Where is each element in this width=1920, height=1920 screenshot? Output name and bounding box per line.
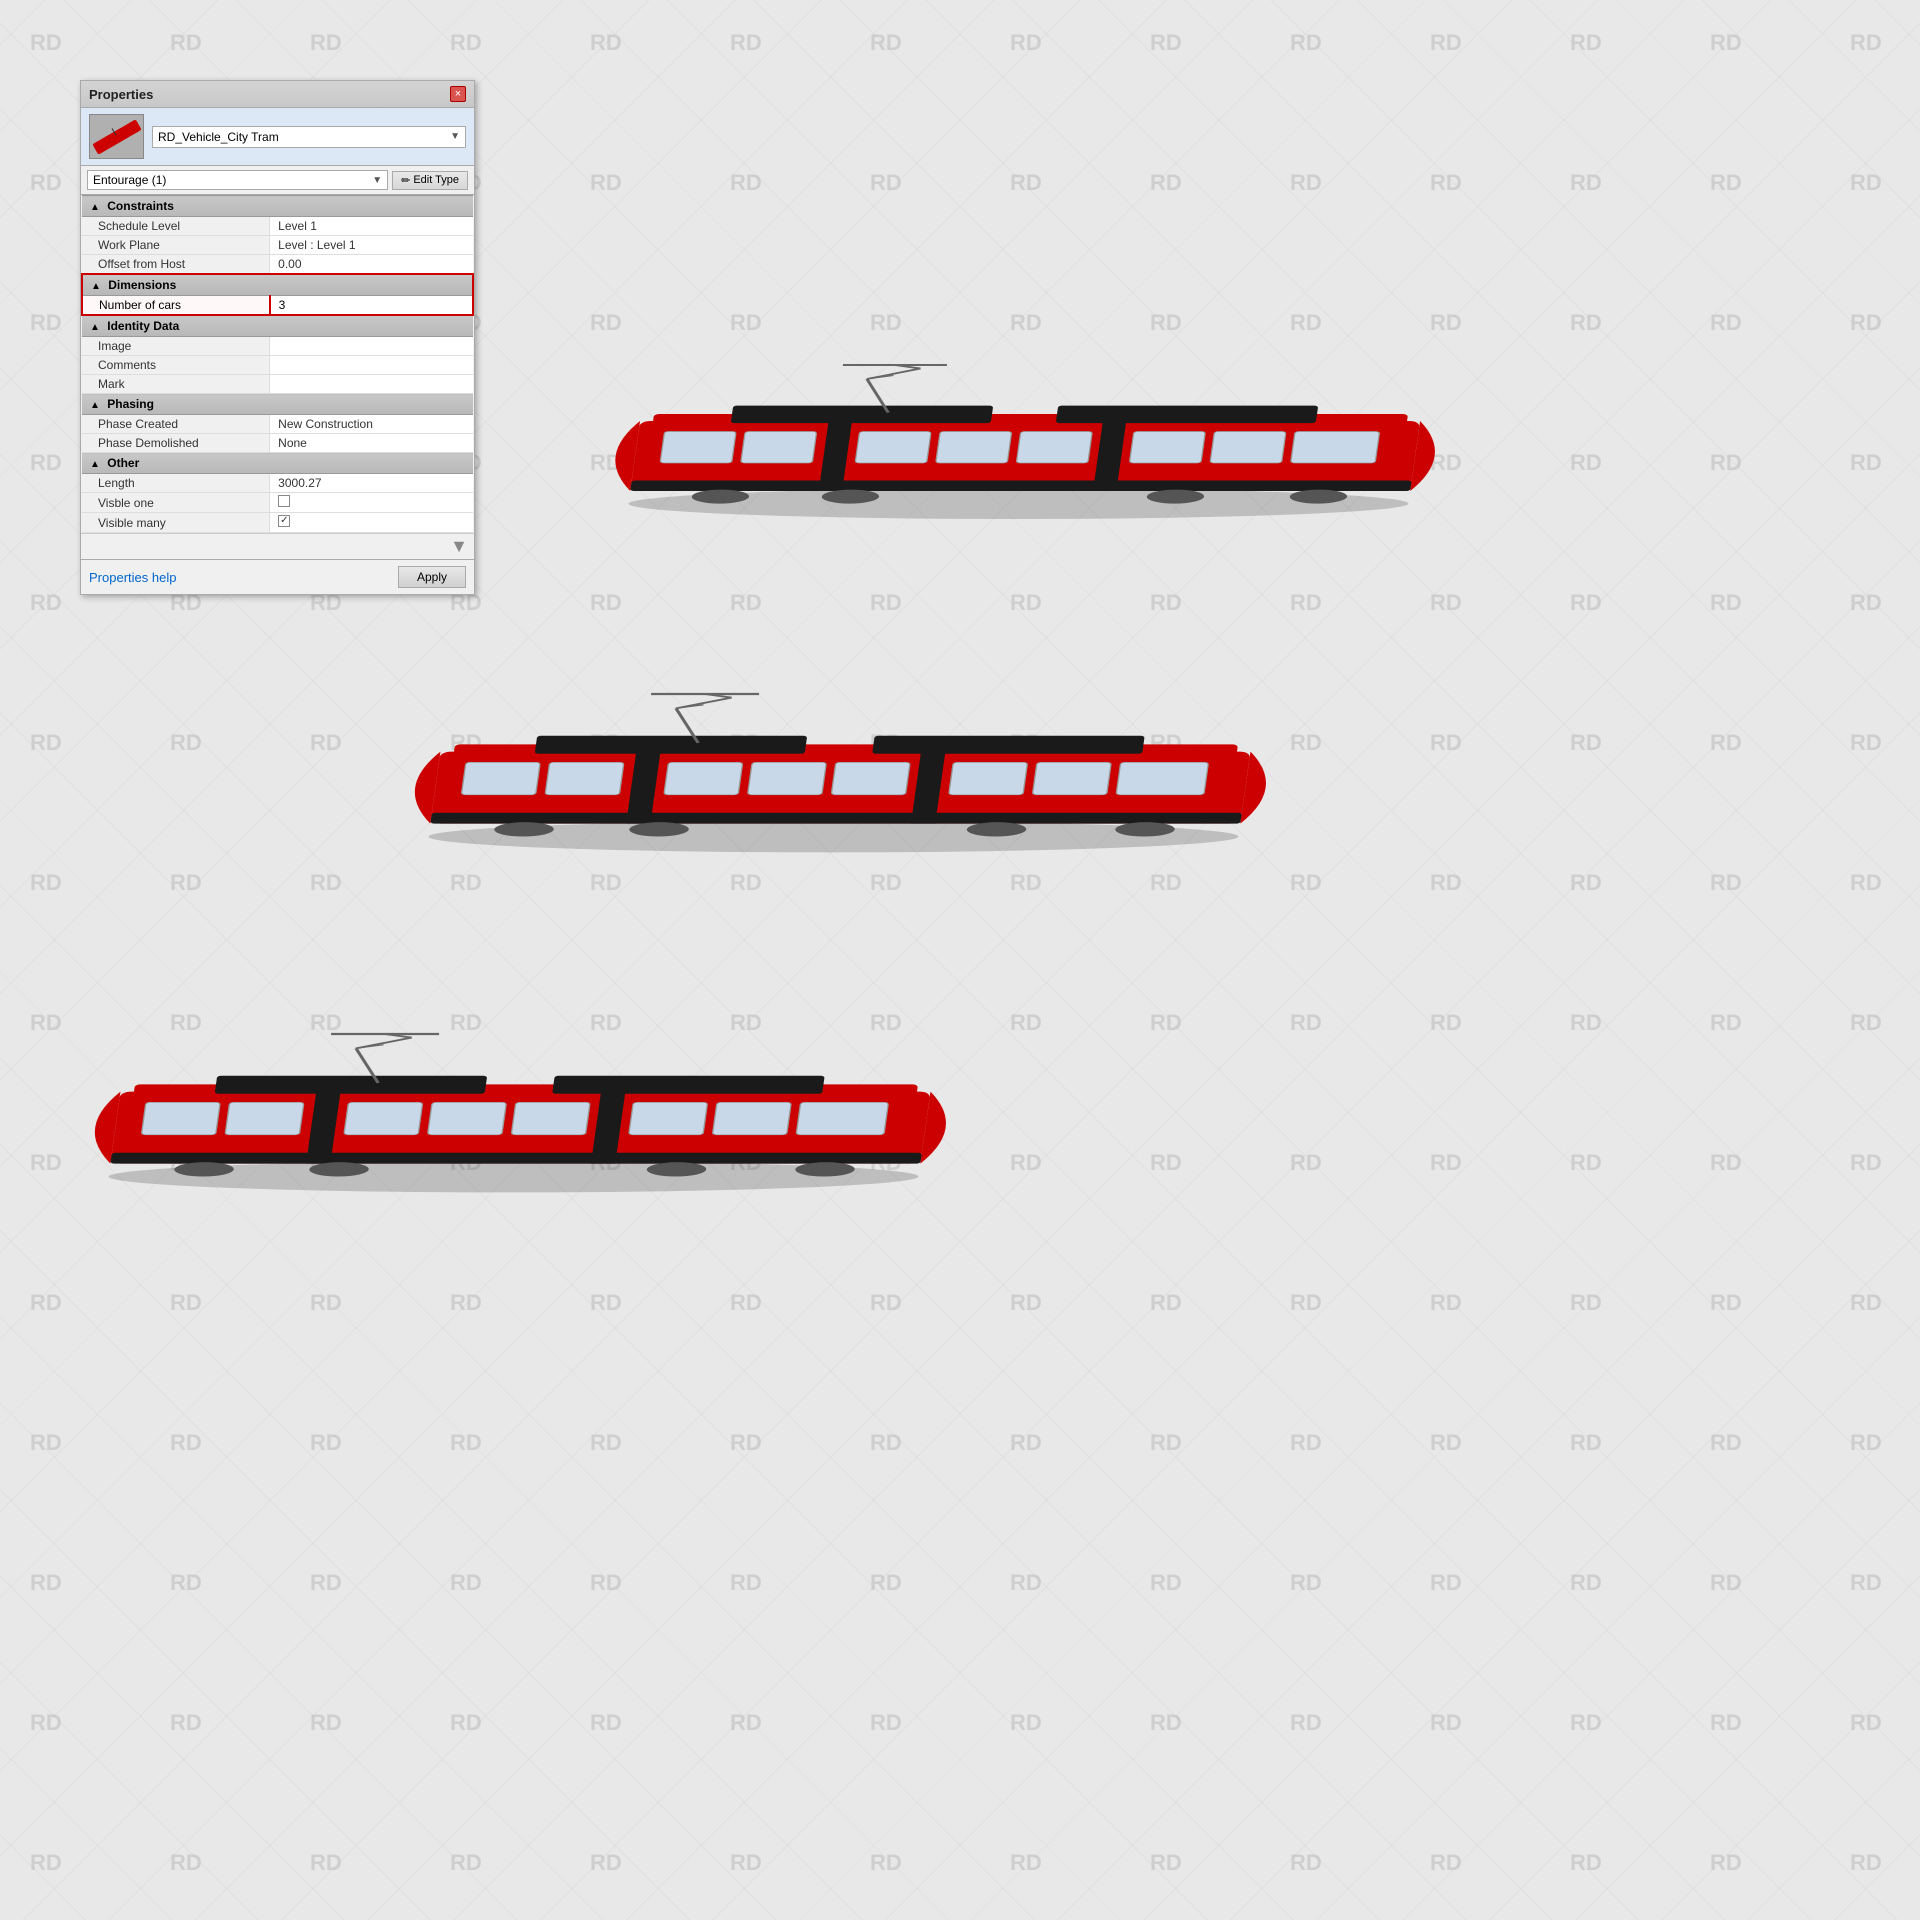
schedule-level-name: Schedule Level	[82, 217, 270, 236]
image-name: Image	[82, 337, 270, 356]
panel-title: Properties	[89, 87, 153, 102]
type-dropdown-arrow: ▼	[450, 131, 460, 142]
instance-selector: Entourage (1) ▼ ✏ Edit Type	[81, 166, 474, 195]
identity-label: Identity Data	[107, 319, 179, 333]
mark-name: Mark	[82, 375, 270, 394]
tram-thumbnail-icon	[92, 119, 141, 154]
comments-value[interactable]	[270, 356, 473, 375]
row-comments: Comments	[82, 356, 473, 375]
visible-one-name: Visble one	[82, 493, 270, 513]
phase-created-value[interactable]: New Construction	[270, 415, 473, 434]
section-dimensions-header: ▲ Dimensions	[82, 274, 473, 296]
row-mark: Mark	[82, 375, 473, 394]
apply-button[interactable]: Apply	[398, 566, 466, 588]
properties-panel: Properties × RD_Vehicle_City Tram ▼ Ento…	[80, 80, 475, 595]
instance-label: Entourage (1)	[93, 173, 166, 187]
row-visible-many: Visible many	[82, 513, 473, 533]
phasing-label: Phasing	[107, 397, 154, 411]
panel-titlebar: Properties ×	[81, 81, 474, 108]
phasing-arrow: ▲	[90, 400, 100, 411]
type-thumbnail	[89, 114, 144, 159]
phase-created-name: Phase Created	[82, 415, 270, 434]
properties-table: ▲ Constraints Schedule Level Level 1 Wor…	[81, 195, 474, 533]
schedule-level-value[interactable]: Level 1	[270, 217, 473, 236]
tram-1	[607, 365, 1448, 519]
properties-scroll-area: ▲ Constraints Schedule Level Level 1 Wor…	[81, 195, 474, 559]
row-phase-created: Phase Created New Construction	[82, 415, 473, 434]
row-phase-demolished: Phase Demolished None	[82, 434, 473, 453]
edit-type-button[interactable]: ✏ Edit Type	[392, 171, 468, 190]
visible-one-checkbox[interactable]	[278, 495, 290, 507]
phase-demolished-value[interactable]: None	[270, 434, 473, 453]
row-image: Image	[82, 337, 473, 356]
section-phasing-header: ▲ Phasing	[82, 394, 473, 415]
phase-demolished-name: Phase Demolished	[82, 434, 270, 453]
constraints-label: Constraints	[107, 199, 174, 213]
section-constraints-header: ▲ Constraints	[82, 196, 473, 217]
constraints-arrow: ▲	[90, 202, 100, 213]
row-offset-from-host: Offset from Host 0.00	[82, 255, 473, 275]
offset-name: Offset from Host	[82, 255, 270, 275]
type-name-label: RD_Vehicle_City Tram	[158, 130, 279, 144]
comments-name: Comments	[82, 356, 270, 375]
visible-many-value[interactable]	[270, 513, 473, 533]
mark-value[interactable]	[270, 375, 473, 394]
type-selector: RD_Vehicle_City Tram ▼	[81, 108, 474, 166]
length-value[interactable]: 3000.27	[270, 474, 473, 493]
visible-many-checkbox[interactable]	[278, 515, 290, 527]
num-cars-value[interactable]: 3	[270, 296, 473, 316]
row-length: Length 3000.27	[82, 474, 473, 493]
visible-one-value[interactable]	[270, 493, 473, 513]
properties-help-link[interactable]: Properties help	[89, 570, 176, 585]
tram-3	[86, 1034, 959, 1192]
row-number-of-cars: Number of cars 3	[82, 296, 473, 316]
dimensions-arrow: ▲	[91, 281, 101, 292]
visible-many-name: Visible many	[82, 513, 270, 533]
instance-dropdown[interactable]: Entourage (1) ▼	[87, 170, 388, 190]
row-work-plane: Work Plane Level : Level 1	[82, 236, 473, 255]
row-schedule-level: Schedule Level Level 1	[82, 217, 473, 236]
edit-type-label: Edit Type	[413, 174, 459, 186]
offset-value[interactable]: 0.00	[270, 255, 473, 275]
work-plane-value[interactable]: Level : Level 1	[270, 236, 473, 255]
section-other-header: ▲ Other	[82, 453, 473, 474]
work-plane-name: Work Plane	[82, 236, 270, 255]
other-arrow: ▲	[90, 459, 100, 470]
scroll-down-arrow[interactable]: ▼	[450, 536, 468, 556]
edit-type-icon: ✏	[401, 174, 410, 187]
type-name-dropdown[interactable]: RD_Vehicle_City Tram ▼	[152, 126, 466, 148]
instance-dropdown-arrow: ▼	[372, 175, 382, 186]
identity-arrow: ▲	[90, 322, 100, 333]
panel-close-button[interactable]: ×	[450, 86, 466, 102]
section-identity-header: ▲ Identity Data	[82, 315, 473, 337]
length-name: Length	[82, 474, 270, 493]
num-cars-name: Number of cars	[82, 296, 270, 316]
panel-bottom: Properties help Apply	[81, 559, 474, 594]
image-value[interactable]	[270, 337, 473, 356]
tram-2	[406, 694, 1279, 852]
row-visible-one: Visble one	[82, 493, 473, 513]
dimensions-label: Dimensions	[108, 278, 176, 292]
other-label: Other	[107, 456, 139, 470]
